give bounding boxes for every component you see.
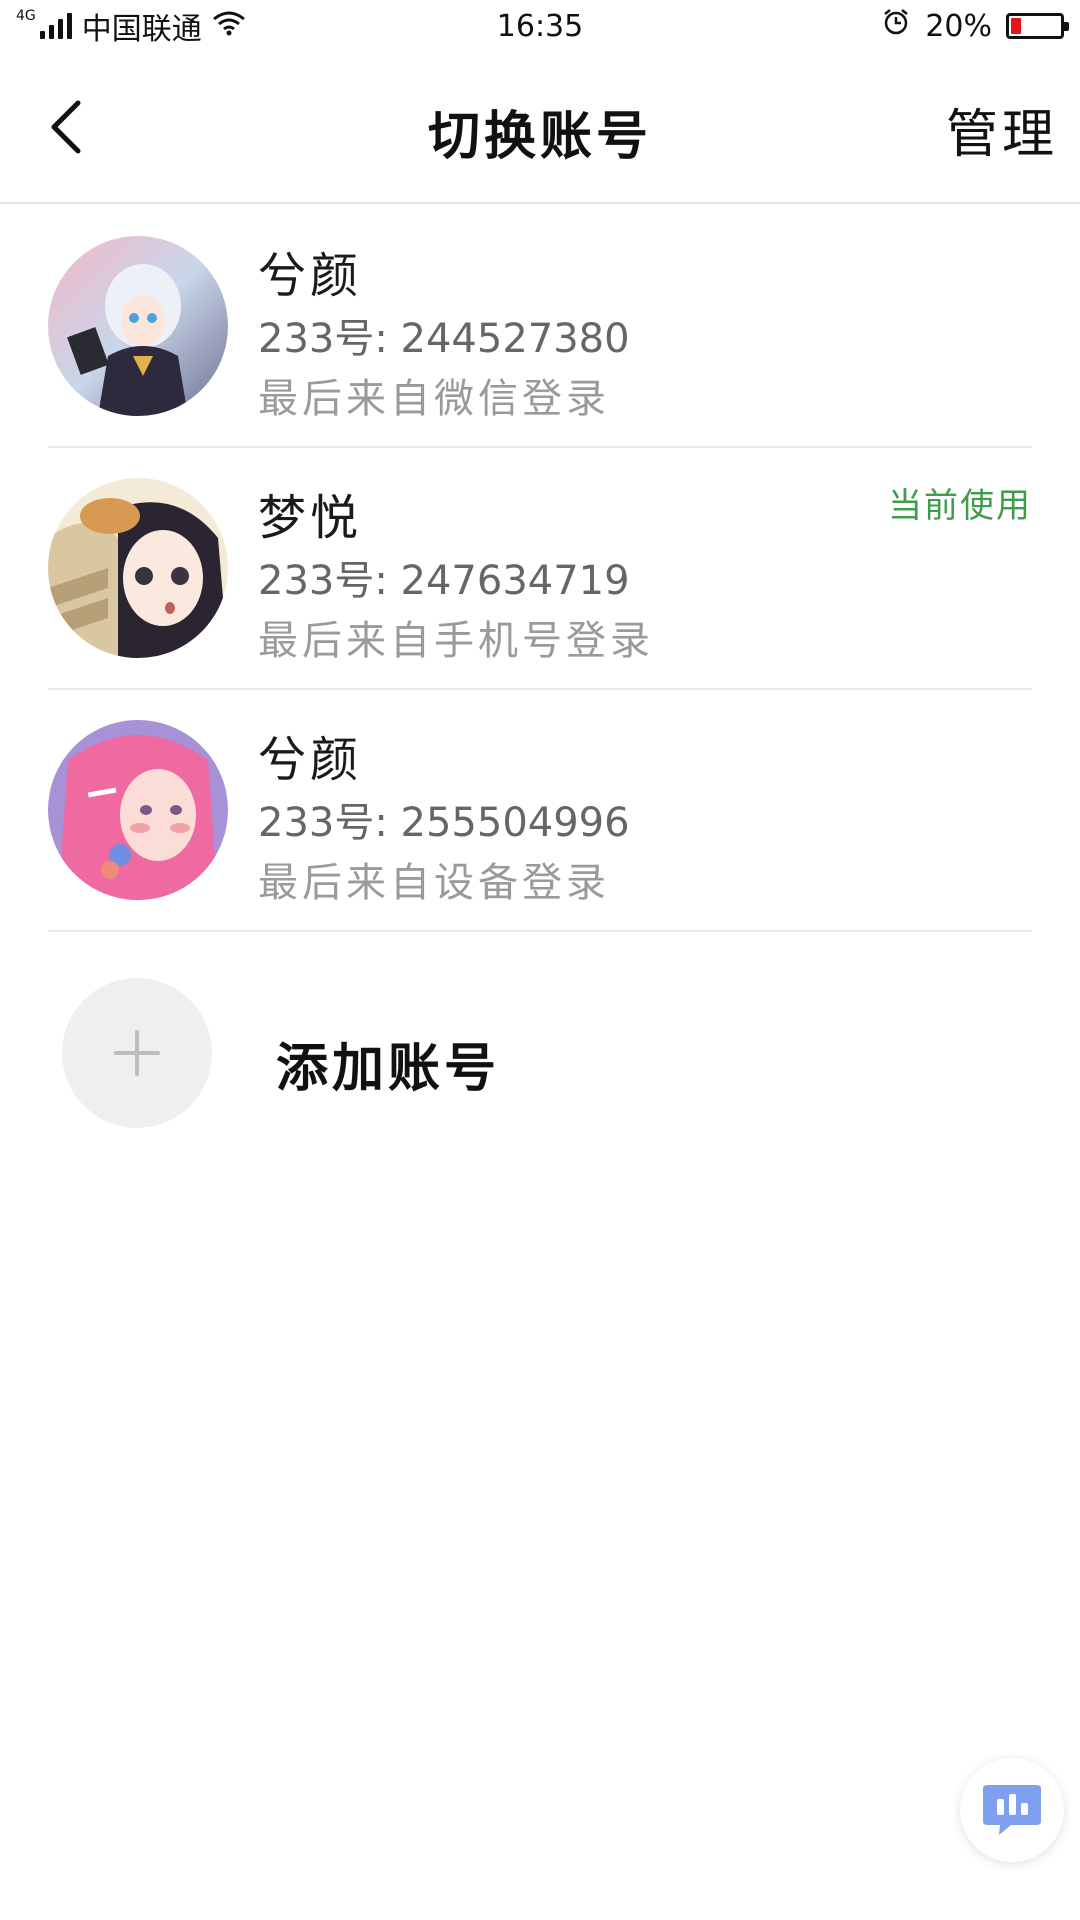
battery-percent: 20% <box>925 8 992 44</box>
plus-icon <box>114 1030 160 1076</box>
account-item[interactable]: 兮颜 233号: 255504996 最后来自设备登录 <box>48 690 1032 932</box>
floating-stats-button[interactable] <box>960 1758 1064 1862</box>
add-account-button[interactable]: 添加账号 <box>62 978 762 1128</box>
nav-bar: 切换账号 管理 <box>0 52 1080 204</box>
account-name: 兮颜 <box>258 248 363 304</box>
signal-icon <box>39 13 72 39</box>
account-name: 梦悦 <box>258 490 363 546</box>
status-right: 20% <box>881 7 1069 45</box>
chat-stats-icon <box>983 1785 1041 1835</box>
account-id: 233号: 247634719 <box>258 558 630 604</box>
avatar <box>48 478 228 658</box>
battery-level <box>1011 18 1022 34</box>
carrier-name: 中国联通 <box>81 12 202 47</box>
account-login-source: 最后来自手机号登录 <box>258 618 654 664</box>
network-type: 4G <box>16 8 36 24</box>
account-login-source: 最后来自设备登录 <box>258 860 610 906</box>
account-id: 233号: 255504996 <box>258 800 630 846</box>
status-left: 4G 中国联通 <box>16 4 246 48</box>
account-list: 兮颜 233号: 244527380 最后来自微信登录 梦悦 233号: 247… <box>0 206 1080 932</box>
page-title: 切换账号 <box>427 106 652 167</box>
current-account-badge: 当前使用 <box>888 486 1032 526</box>
account-login-source: 最后来自微信登录 <box>258 376 610 422</box>
avatar <box>48 236 228 416</box>
status-bar: 4G 中国联通 16:35 20% <box>0 0 1080 52</box>
add-account-label: 添加账号 <box>276 1038 501 1099</box>
account-item[interactable]: 兮颜 233号: 244527380 最后来自微信登录 <box>48 206 1032 448</box>
account-name: 兮颜 <box>258 732 363 788</box>
account-item[interactable]: 梦悦 233号: 247634719 最后来自手机号登录 当前使用 <box>48 448 1032 690</box>
alarm-icon <box>881 7 911 45</box>
add-account-circle <box>62 978 212 1128</box>
wifi-icon <box>212 9 246 44</box>
avatar <box>48 720 228 900</box>
account-id: 233号: 244527380 <box>258 316 630 362</box>
manage-button[interactable]: 管理 <box>946 92 1058 167</box>
battery-icon <box>1006 13 1069 39</box>
